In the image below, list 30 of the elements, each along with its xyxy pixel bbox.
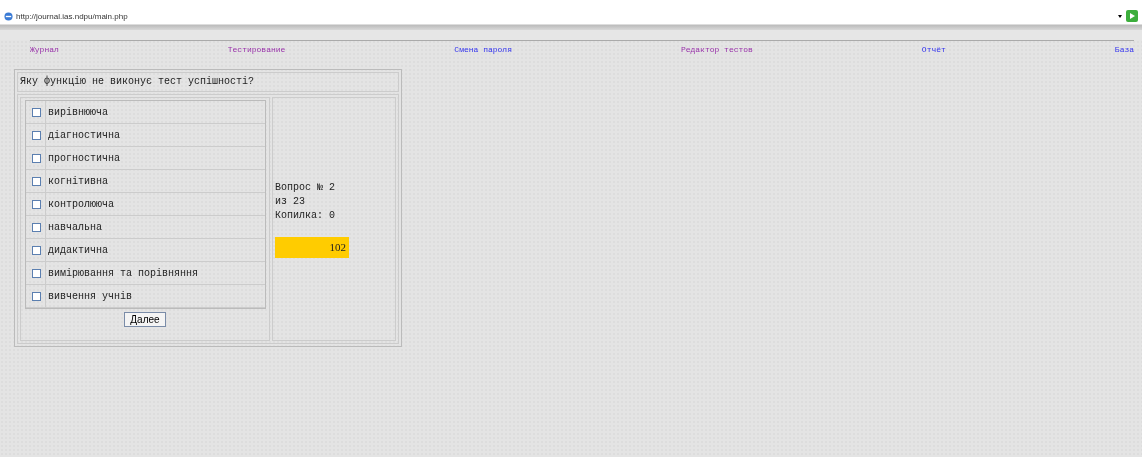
info-text: из 23 <box>275 194 306 209</box>
answer-label: вирівнююча <box>45 101 108 123</box>
nav-link[interactable]: Журнал <box>30 45 59 54</box>
answer-label: прогностична <box>45 147 120 169</box>
answer-label: когнітивна <box>45 170 108 192</box>
answer-label: контролююча <box>45 193 114 215</box>
answer-label: вивчення учнів <box>45 285 132 307</box>
answer-checkbox[interactable] <box>32 153 41 163</box>
nav-link[interactable]: Отчёт <box>921 45 946 54</box>
answer-checkbox[interactable] <box>32 199 41 209</box>
answer-label: дидактична <box>45 239 108 261</box>
answer-checkbox[interactable] <box>32 291 41 301</box>
question-text: Яку функцію не виконує тест успішності? <box>17 72 399 92</box>
info-text: Вопрос № 2 <box>275 180 336 195</box>
answer-checkbox[interactable] <box>32 245 41 255</box>
nav-link[interactable]: Смена пароля <box>454 45 512 54</box>
timer: 102 <box>275 236 349 258</box>
next-button[interactable]: Далее <box>124 312 166 327</box>
answer-checkbox[interactable] <box>32 268 41 278</box>
nav-link[interactable]: Редактор тестов <box>680 45 753 54</box>
nav-link[interactable]: Тестирование <box>227 45 286 54</box>
answer-checkbox[interactable] <box>32 107 41 117</box>
nav-link[interactable]: База <box>1114 45 1135 54</box>
answer-label: вимірювання та порівняння <box>45 262 199 284</box>
answer-checkbox[interactable] <box>32 176 41 186</box>
info-text: Копилка: 0 <box>275 208 336 223</box>
answer-label: діагностична <box>45 124 120 146</box>
answer-checkbox[interactable] <box>32 130 41 140</box>
answer-label: навчальна <box>45 216 102 238</box>
answer-checkbox[interactable] <box>32 222 41 232</box>
